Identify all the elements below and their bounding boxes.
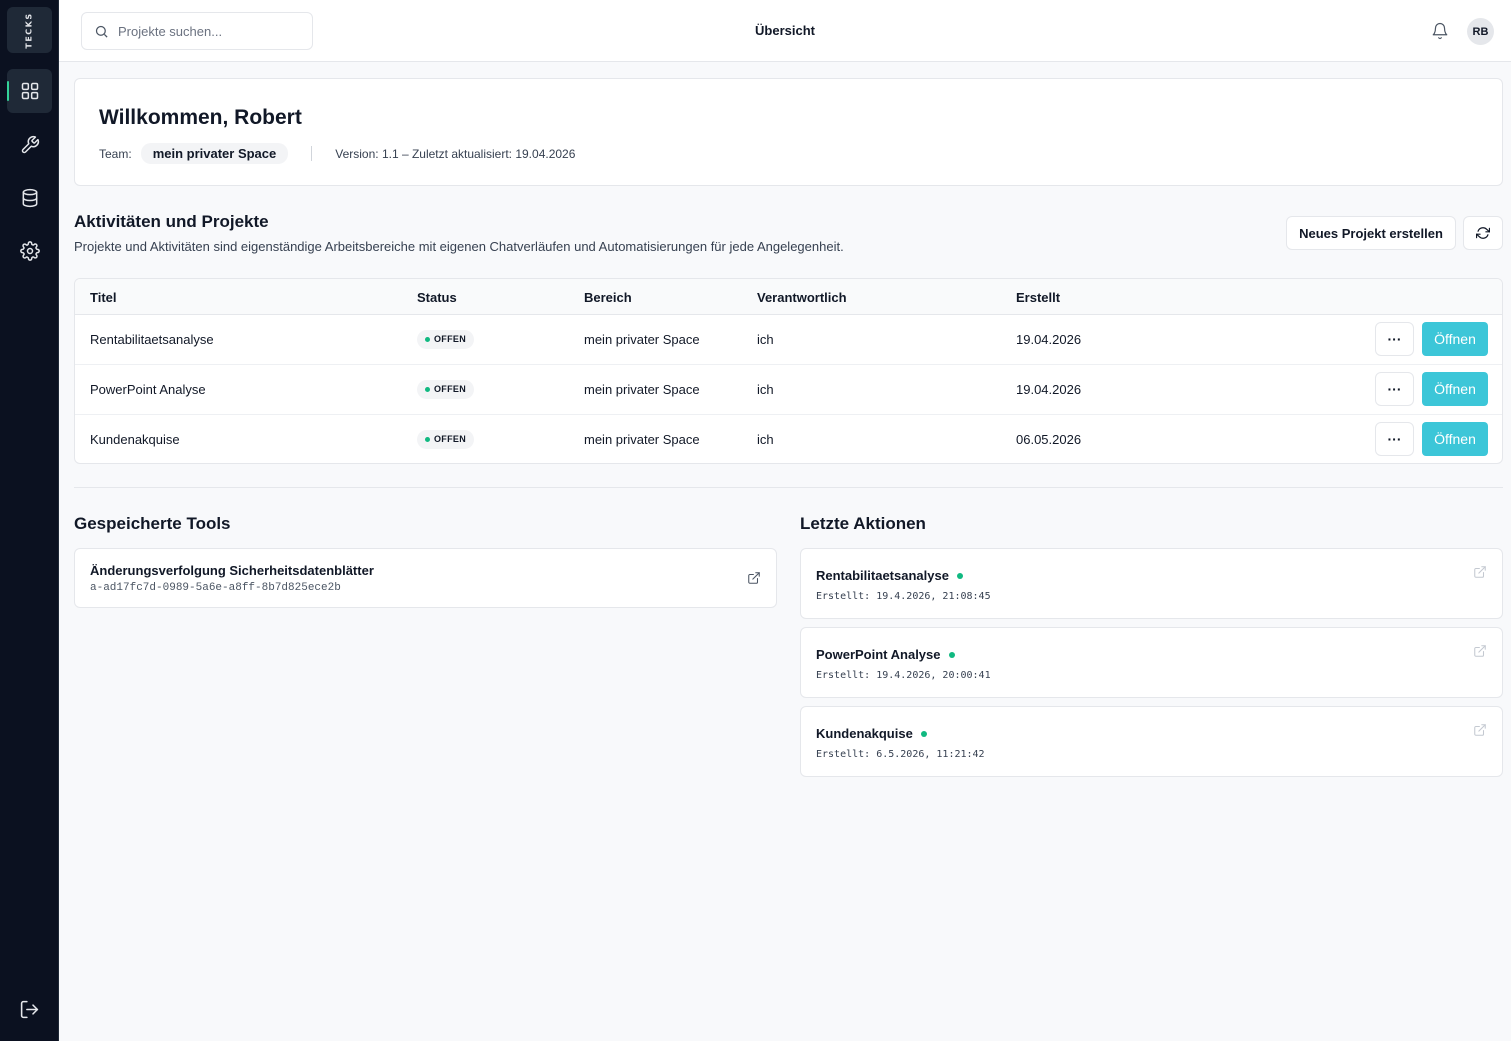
external-link-icon[interactable]	[1473, 723, 1487, 737]
search-icon	[95, 25, 108, 38]
actions-title: Letzte Aktionen	[800, 514, 926, 533]
action-name: Kundenakquise	[816, 726, 913, 741]
logo-text: TECKS	[24, 11, 34, 49]
action-name: PowerPoint Analyse	[816, 647, 941, 662]
logout-icon	[20, 1000, 39, 1019]
version-text: Version: 1.1 – Zuletzt aktualisiert: 19.…	[335, 146, 576, 161]
nav-dashboard[interactable]	[7, 69, 52, 113]
project-area: mein privater Space	[584, 332, 700, 347]
column-header-created[interactable]: Erstellt	[1016, 290, 1060, 305]
status-dot	[920, 730, 927, 737]
project-created: 06.05.2026	[1016, 432, 1082, 447]
action-card[interactable]: Rentabilitaetsanalyse Erstellt: 19.4.202…	[800, 548, 1503, 619]
database-icon	[22, 188, 37, 208]
action-title: Kundenakquise	[816, 726, 927, 741]
open-project-button[interactable]: Öffnen	[1422, 372, 1488, 406]
action-date: Erstellt: 19.4.2026, 21:08:45	[816, 591, 991, 602]
wrench-icon	[21, 135, 39, 154]
action-title: Rentabilitaetsanalyse	[816, 568, 963, 583]
projects-table: Titel Status Bereich Verantwortlich Erst…	[74, 278, 1503, 464]
status-badge: OFFEN	[417, 430, 474, 449]
settings-icon	[19, 241, 40, 261]
app-logo[interactable]: TECKS	[7, 7, 52, 53]
column-header-status[interactable]: Status	[417, 290, 457, 305]
new-project-button[interactable]: Neues Projekt erstellen	[1286, 216, 1456, 250]
project-title: Rentabilitaetsanalyse	[90, 332, 214, 347]
more-options-button[interactable]: ···	[1375, 322, 1414, 356]
table-row[interactable]: PowerPoint Analyse OFFEN mein privater S…	[75, 365, 1502, 415]
table-header: Titel Status Bereich Verantwortlich Erst…	[75, 279, 1502, 315]
action-date: Erstellt: 19.4.2026, 20:00:41	[816, 670, 991, 681]
project-area: mein privater Space	[584, 432, 700, 447]
project-created: 19.04.2026	[1016, 382, 1082, 397]
projects-title: Aktivitäten und Projekte	[74, 212, 269, 231]
action-date: Erstellt: 6.5.2026, 11:21:42	[816, 749, 985, 760]
action-card[interactable]: PowerPoint Analyse Erstellt: 19.4.2026, …	[800, 627, 1503, 698]
tool-name: Änderungsverfolgung Sicherheitsdatenblät…	[90, 563, 374, 578]
external-link-icon[interactable]	[747, 571, 761, 585]
project-owner: ich	[757, 332, 774, 347]
nav-tools[interactable]	[7, 123, 52, 167]
project-owner: ich	[757, 382, 774, 397]
status-dot	[956, 572, 963, 579]
search-box[interactable]	[81, 12, 313, 50]
tool-card[interactable]: Änderungsverfolgung Sicherheitsdatenblät…	[74, 548, 777, 608]
welcome-meta: Team: mein privater Space Version: 1.1 –…	[99, 143, 575, 164]
projects-description: Projekte und Aktivitäten sind eigenständ…	[74, 239, 844, 254]
project-area: mein privater Space	[584, 382, 700, 397]
status-badge: OFFEN	[417, 380, 474, 399]
external-link-icon[interactable]	[1473, 644, 1487, 658]
team-label: Team:	[99, 146, 132, 161]
project-title: Kundenakquise	[90, 432, 180, 447]
refresh-button[interactable]	[1463, 216, 1503, 250]
column-header-owner[interactable]: Verantwortlich	[757, 290, 847, 305]
project-owner: ich	[757, 432, 774, 447]
status-dot	[948, 651, 955, 658]
bell-icon	[1432, 22, 1448, 40]
action-card[interactable]: Kundenakquise Erstellt: 6.5.2026, 11:21:…	[800, 706, 1503, 777]
logout-button[interactable]	[19, 999, 40, 1020]
column-header-area[interactable]: Bereich	[584, 290, 632, 305]
table-row[interactable]: Kundenakquise OFFEN mein privater Space …	[75, 415, 1502, 463]
more-options-button[interactable]: ···	[1375, 372, 1414, 406]
project-created: 19.04.2026	[1016, 332, 1082, 347]
action-title: PowerPoint Analyse	[816, 647, 955, 662]
meta-divider	[311, 146, 313, 161]
open-project-button[interactable]: Öffnen	[1422, 322, 1488, 356]
notifications-button[interactable]	[1429, 20, 1451, 42]
sidebar: TECKS	[0, 0, 59, 1041]
open-project-button[interactable]: Öffnen	[1422, 422, 1488, 456]
team-badge: mein privater Space	[140, 143, 289, 164]
action-name: Rentabilitaetsanalyse	[816, 568, 949, 583]
search-input[interactable]	[118, 23, 308, 39]
welcome-card: Willkommen, Robert Team: mein privater S…	[74, 78, 1503, 186]
status-badge: OFFEN	[417, 330, 474, 349]
dashboard-icon	[21, 82, 38, 100]
welcome-heading: Willkommen, Robert	[99, 106, 302, 129]
project-title: PowerPoint Analyse	[90, 382, 206, 397]
column-header-title[interactable]: Titel	[90, 290, 117, 305]
refresh-icon	[1476, 227, 1490, 239]
external-link-icon[interactable]	[1473, 565, 1487, 579]
more-options-button[interactable]: ···	[1375, 422, 1414, 456]
tools-title: Gespeicherte Tools	[74, 514, 231, 533]
nav-settings[interactable]	[7, 229, 52, 273]
top-bar: Übersicht RB	[59, 0, 1511, 62]
tool-id: a-ad17fc7d-0989-5a6e-a8ff-8b7d825ece2b	[90, 582, 341, 594]
table-row[interactable]: Rentabilitaetsanalyse OFFEN mein private…	[75, 315, 1502, 365]
section-divider	[74, 487, 1503, 488]
avatar[interactable]: RB	[1467, 18, 1494, 45]
nav-database[interactable]	[7, 176, 52, 220]
